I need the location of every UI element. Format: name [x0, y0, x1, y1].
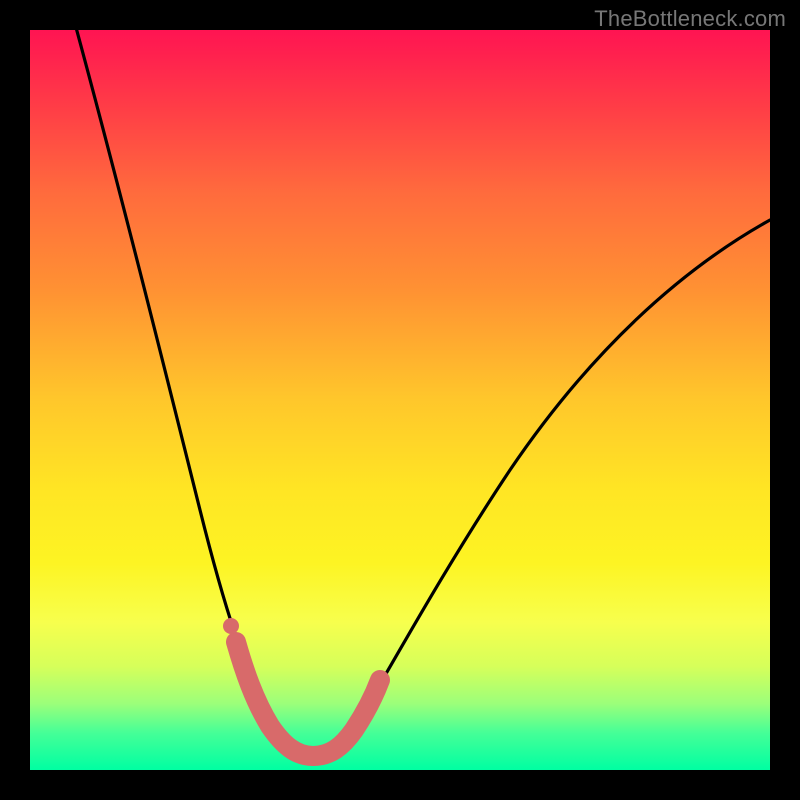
highlight-dot	[223, 618, 239, 634]
bottleneck-curve-svg	[30, 30, 770, 770]
watermark-text: TheBottleneck.com	[594, 6, 786, 32]
highlight-segment-path	[236, 642, 380, 756]
chart-plot-area	[30, 30, 770, 770]
bottleneck-curve-path	[74, 20, 770, 754]
